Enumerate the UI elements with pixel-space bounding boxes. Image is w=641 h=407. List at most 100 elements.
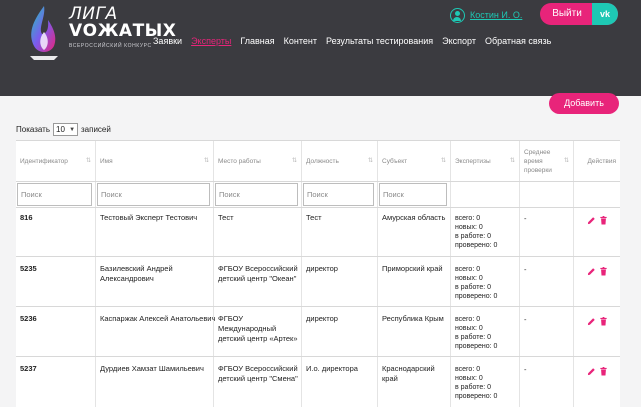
nav-item-applications[interactable]: Заявки <box>153 36 182 46</box>
cell-stats: всего: 0 новых: 0 в работе: 0 проверено:… <box>455 265 497 301</box>
cell-region: Приморский край <box>382 264 443 273</box>
cell-name: Дурдиев Хамзат Шамильевич <box>100 364 204 373</box>
pencil-icon[interactable] <box>587 216 596 225</box>
cell-avg-time: - <box>524 365 527 374</box>
cell-id: 5237 <box>20 364 37 373</box>
row-actions <box>587 367 608 376</box>
pencil-icon[interactable] <box>587 267 596 276</box>
main-nav: Заявки Эксперты Главная Контент Результа… <box>153 36 560 46</box>
nav-item-home[interactable]: Главная <box>240 36 274 46</box>
user-icon <box>450 7 465 23</box>
nav-item-experts[interactable]: Эксперты <box>191 36 231 46</box>
add-button[interactable]: Добавить <box>549 93 619 114</box>
cell-name: Базилевский Андрей Александрович <box>100 264 173 283</box>
cell-work: ФГБОУ Международный детский центр «Артек… <box>218 314 298 343</box>
top-header: ЛИГА VОЖАТЫХ Всероссийский конкурс Кости… <box>0 0 641 96</box>
nav-item-feedback[interactable]: Обратная связь <box>485 36 551 46</box>
cell-position: Тест <box>306 213 322 222</box>
pencil-icon[interactable] <box>587 367 596 376</box>
stat-new: новых: 0 <box>455 275 483 282</box>
experts-table: Идентификатор ⇅ Поиск Имя ⇅ Поиск Место … <box>16 140 620 407</box>
sort-icon: ⇅ <box>440 158 446 164</box>
column-header-label: Идентификатор <box>20 157 68 165</box>
sort-icon: ⇅ <box>291 158 297 164</box>
page-size-select[interactable]: 10 ▼ <box>53 123 79 136</box>
row-actions <box>587 267 608 276</box>
stat-new: новых: 0 <box>455 375 483 382</box>
sort-icon: ⇅ <box>563 158 569 164</box>
cell-stats: всего: 0 новых: 0 в работе: 0 проверено:… <box>455 315 497 351</box>
filter-divider <box>16 207 620 208</box>
row-actions <box>587 317 608 326</box>
user-profile-link[interactable]: Костин И. О. <box>450 7 522 23</box>
column-header-label: Субъект <box>382 157 408 165</box>
header-divider <box>16 181 620 182</box>
logo-title: ЛИГА VОЖАТЫХ <box>69 6 176 40</box>
show-suffix-label: записей <box>81 125 111 134</box>
flame-logo-icon <box>30 6 58 60</box>
stat-in-progress: в работе: 0 <box>455 384 492 391</box>
column-header-label: Действия <box>587 157 616 165</box>
column-header-label: Должность <box>306 157 339 165</box>
pencil-icon[interactable] <box>587 317 596 326</box>
column-header-actions: Действия <box>574 141 620 181</box>
stat-in-progress: в работе: 0 <box>455 233 492 240</box>
row-divider <box>16 256 620 257</box>
logout-button[interactable]: Выйти <box>540 3 594 25</box>
stat-total: всего: 0 <box>455 366 481 373</box>
cell-avg-time: - <box>524 214 527 223</box>
cell-id: 5235 <box>20 264 37 273</box>
trash-icon[interactable] <box>599 216 608 225</box>
vk-icon[interactable]: vk <box>592 3 618 25</box>
cell-position: директор <box>306 314 338 323</box>
filter-input-region[interactable]: Поиск <box>379 183 447 206</box>
column-header-name[interactable]: Имя ⇅ <box>96 141 213 181</box>
logo-subtitle: Всероссийский конкурс <box>69 43 152 49</box>
stat-checked: проверено: 0 <box>455 343 498 350</box>
sort-icon: ⇅ <box>367 158 373 164</box>
page-size-value: 10 <box>56 125 65 134</box>
stat-total: всего: 0 <box>455 215 481 222</box>
filter-input-id[interactable]: Поиск <box>17 183 92 206</box>
cell-region: Амурская область <box>382 213 446 222</box>
column-header-region[interactable]: Субъект ⇅ <box>378 141 450 181</box>
row-divider <box>16 306 620 307</box>
column-header-work[interactable]: Место работы ⇅ <box>214 141 301 181</box>
cell-position: директор <box>306 264 338 273</box>
cell-id: 5236 <box>20 314 37 323</box>
trash-icon[interactable] <box>599 367 608 376</box>
trash-icon[interactable] <box>599 317 608 326</box>
column-header-label: Имя <box>100 157 113 165</box>
filter-input-work[interactable]: Поиск <box>215 183 298 206</box>
stat-total: всего: 0 <box>455 316 481 323</box>
stat-checked: проверено: 0 <box>455 393 498 400</box>
cell-name: Тестовый Эксперт Тестович <box>100 213 198 222</box>
nav-item-test-results[interactable]: Результаты тестирования <box>326 36 433 46</box>
cell-avg-time: - <box>524 265 527 274</box>
stat-new: новых: 0 <box>455 224 483 231</box>
trash-icon[interactable] <box>599 267 608 276</box>
column-header-id[interactable]: Идентификатор ⇅ <box>16 141 95 181</box>
cell-name: Каспаржак Алексей Анатольевич <box>100 314 216 323</box>
nav-item-content[interactable]: Контент <box>284 36 317 46</box>
nav-item-export[interactable]: Экспорт <box>442 36 476 46</box>
row-actions <box>587 216 608 225</box>
sort-icon: ⇅ <box>203 158 209 164</box>
chevron-down-icon: ▼ <box>69 126 76 133</box>
cell-avg-time: - <box>524 315 527 324</box>
cell-work: ФГБОУ Всероссийский детский центр "Смена… <box>218 364 298 383</box>
stat-total: всего: 0 <box>455 266 481 273</box>
column-header-expertise[interactable]: Экспертизы ⇅ <box>451 141 519 181</box>
column-header-avg-time[interactable]: Среднее время проверки ⇅ <box>520 141 573 181</box>
column-header-position[interactable]: Должность ⇅ <box>302 141 377 181</box>
column-header-label: Среднее время проверки <box>524 148 552 174</box>
stat-checked: проверено: 0 <box>455 242 498 249</box>
cell-stats: всего: 0 новых: 0 в работе: 0 проверено:… <box>455 365 497 401</box>
cell-stats: всего: 0 новых: 0 в работе: 0 проверено:… <box>455 214 497 250</box>
filter-input-position[interactable]: Поиск <box>303 183 374 206</box>
stat-in-progress: в работе: 0 <box>455 334 492 341</box>
sort-icon: ⇅ <box>509 158 515 164</box>
filter-input-name[interactable]: Поиск <box>97 183 210 206</box>
user-name[interactable]: Костин И. О. <box>470 10 522 20</box>
cell-position: И.о. директора <box>306 364 358 373</box>
